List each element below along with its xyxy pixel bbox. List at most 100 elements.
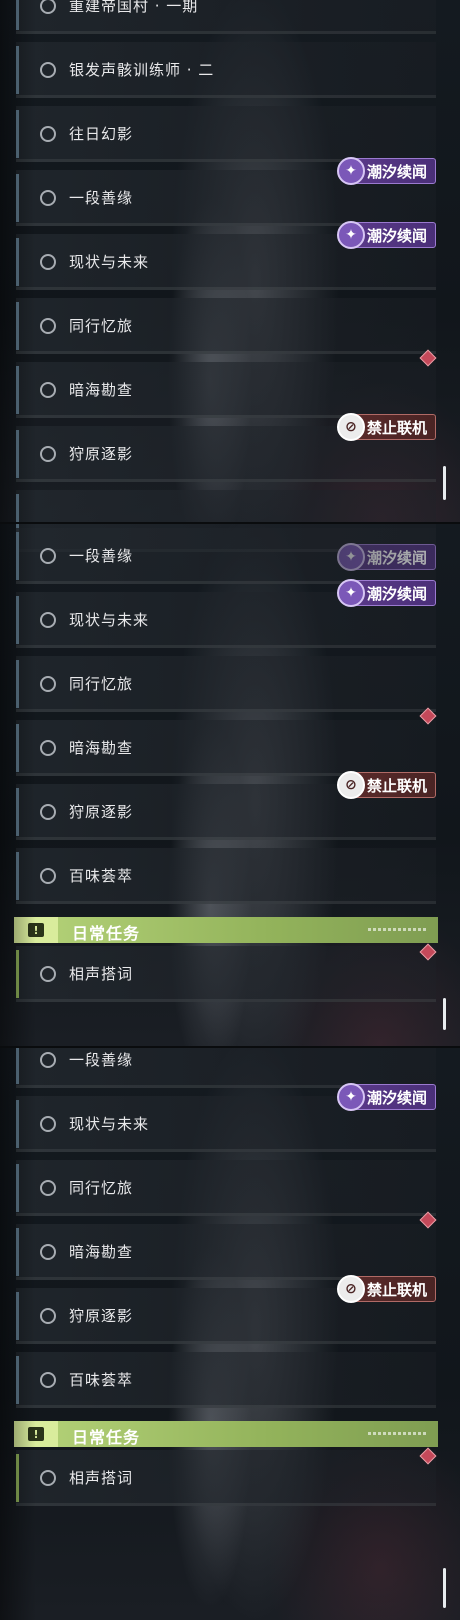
quest-status-circle-icon	[40, 446, 56, 462]
row-accent-bar	[16, 532, 19, 580]
quest-title: 百味荟萃	[69, 1371, 134, 1389]
no-coop-icon: ⊘	[336, 1275, 365, 1303]
quest-status-circle-icon	[40, 1470, 56, 1486]
quest-item[interactable]: 重建帝国村 · 一期	[16, 0, 436, 34]
quest-item[interactable]: 往日幻影	[16, 106, 436, 162]
row-accent-bar	[16, 660, 19, 708]
tide-tag: ✦ 潮汐续闻	[336, 579, 436, 607]
no-coop-tag-label: 禁止联机	[366, 776, 427, 795]
quest-status-circle-icon	[40, 1308, 56, 1324]
row-accent-bar	[16, 788, 19, 836]
quest-title: 相声搭词	[69, 965, 134, 983]
quest-status-circle-icon	[40, 382, 56, 398]
quest-status-circle-icon	[40, 676, 56, 692]
quest-item[interactable]: 一段善缘	[16, 1048, 436, 1088]
quest-title: 现状与未来	[69, 1115, 150, 1133]
quest-title: 一段善缘	[69, 189, 134, 207]
row-accent-bar	[16, 0, 19, 30]
section-title: 日常任务	[72, 1428, 141, 1447]
row-accent-bar	[16, 1292, 19, 1340]
quest-item[interactable]	[16, 490, 436, 522]
tide-tag: ✦ 潮汐续闻	[336, 221, 436, 249]
quest-status-circle-icon	[40, 62, 56, 78]
quest-title: 暗海勘查	[69, 1243, 134, 1261]
no-coop-tag: ⊘ 禁止联机	[336, 771, 436, 799]
tide-story-icon: ✦	[336, 579, 365, 607]
daily-section-header[interactable]: ! 日常任务	[14, 1421, 438, 1447]
quest-status-circle-icon	[40, 1372, 56, 1388]
tide-tag-label: 潮汐续闻	[366, 584, 427, 603]
quest-item[interactable]: 同行忆旅	[16, 1160, 436, 1216]
quest-item[interactable]: 现状与未来 ✦ 潮汐续闻	[16, 1083, 436, 1152]
quest-status-circle-icon	[40, 0, 56, 14]
tide-tag-label: 潮汐续闻	[366, 226, 427, 245]
header-decoration	[368, 1432, 426, 1435]
quest-title: 暗海勘查	[69, 739, 134, 757]
quest-title: 狩原逐影	[69, 445, 134, 463]
quest-item[interactable]: 相声搭词	[16, 943, 437, 1002]
quest-item[interactable]: 现状与未来 ✦ 潮汐续闻	[16, 221, 436, 290]
daily-section-header[interactable]: ! 日常任务	[14, 917, 438, 943]
quest-title: 现状与未来	[69, 611, 150, 629]
quest-item[interactable]: 相声搭词	[16, 1447, 437, 1506]
quest-panel-1: 重建帝国村 · 一期 银发声骸训练师 · 二 往日幻影 一段善缘 ✦ 潮汐续闻 …	[0, 0, 460, 522]
tide-tag: ✦ 潮汐续闻	[336, 157, 436, 185]
quest-title: 重建帝国村 · 一期	[69, 0, 199, 15]
scrollbar[interactable]	[443, 1568, 446, 1608]
quest-title: 一段善缘	[69, 547, 134, 565]
quest-item[interactable]: 同行忆旅	[16, 656, 436, 712]
quest-status-circle-icon	[40, 548, 56, 564]
quest-status-circle-icon	[40, 1052, 56, 1068]
quest-item[interactable]: 暗海勘查	[16, 707, 437, 776]
row-accent-bar	[16, 46, 19, 94]
tide-tag-label: 潮汐续闻	[366, 1088, 427, 1107]
row-accent-bar	[16, 1454, 19, 1502]
row-accent-bar	[16, 524, 19, 548]
quest-title: 百味荟萃	[69, 867, 134, 885]
quest-item[interactable]: 银发声骸训练师 · 二	[16, 42, 436, 98]
scrollbar[interactable]	[443, 466, 446, 500]
quest-item[interactable]: 百味荟萃	[16, 848, 436, 904]
quest-title: 现状与未来	[69, 253, 150, 271]
quest-item[interactable]: 狩原逐影 ⊘ 禁止联机	[16, 413, 436, 482]
quest-title: 一段善缘	[69, 1051, 134, 1069]
row-accent-bar	[16, 174, 19, 222]
quest-status-circle-icon	[40, 740, 56, 756]
quest-item[interactable]: 狩原逐影 ⊘ 禁止联机	[16, 771, 436, 840]
quest-status-circle-icon	[40, 966, 56, 982]
quest-item[interactable]: 百味荟萃	[16, 1352, 436, 1408]
quest-status-circle-icon	[40, 190, 56, 206]
row-accent-bar	[16, 1356, 19, 1404]
row-accent-bar	[16, 238, 19, 286]
tide-story-icon: ✦	[336, 221, 365, 249]
quest-item[interactable]: 现状与未来 ✦ 潮汐续闻	[16, 579, 436, 648]
quest-status-circle-icon	[40, 254, 56, 270]
quest-status-circle-icon	[40, 318, 56, 334]
scrollbar[interactable]	[443, 998, 446, 1030]
quest-title: 银发声骸训练师 · 二	[69, 61, 215, 79]
row-accent-bar	[16, 1048, 19, 1084]
tide-story-icon: ✦	[336, 1083, 365, 1111]
quest-item[interactable]: 同行忆旅	[16, 298, 436, 354]
no-coop-tag: ⊘ 禁止联机	[336, 1275, 436, 1303]
row-accent-bar	[16, 1100, 19, 1148]
row-accent-bar	[16, 430, 19, 478]
row-accent-bar	[16, 494, 19, 522]
diamond-marker-icon	[419, 943, 437, 961]
no-coop-tag: ⊘ 禁止联机	[336, 413, 436, 441]
quest-title: 同行忆旅	[69, 317, 134, 335]
quest-status-circle-icon	[40, 612, 56, 628]
quest-item[interactable]: 狩原逐影 ⊘ 禁止联机	[16, 1275, 436, 1344]
exclamation-icon: !	[14, 917, 58, 943]
quest-item[interactable]: 一段善缘	[16, 528, 436, 584]
quest-item[interactable]: 暗海勘查	[16, 1211, 437, 1280]
quest-item[interactable]: 一段善缘 ✦ 潮汐续闻	[16, 157, 436, 226]
quest-title: 狩原逐影	[69, 1307, 134, 1325]
quest-title: 同行忆旅	[69, 1179, 134, 1197]
row-accent-bar	[16, 1228, 19, 1276]
row-accent-bar	[16, 724, 19, 772]
tide-story-icon: ✦	[336, 157, 365, 185]
quest-item[interactable]: 暗海勘查	[16, 349, 437, 418]
tide-tag: ✦ 潮汐续闻	[336, 1083, 436, 1111]
quest-status-circle-icon	[40, 126, 56, 142]
